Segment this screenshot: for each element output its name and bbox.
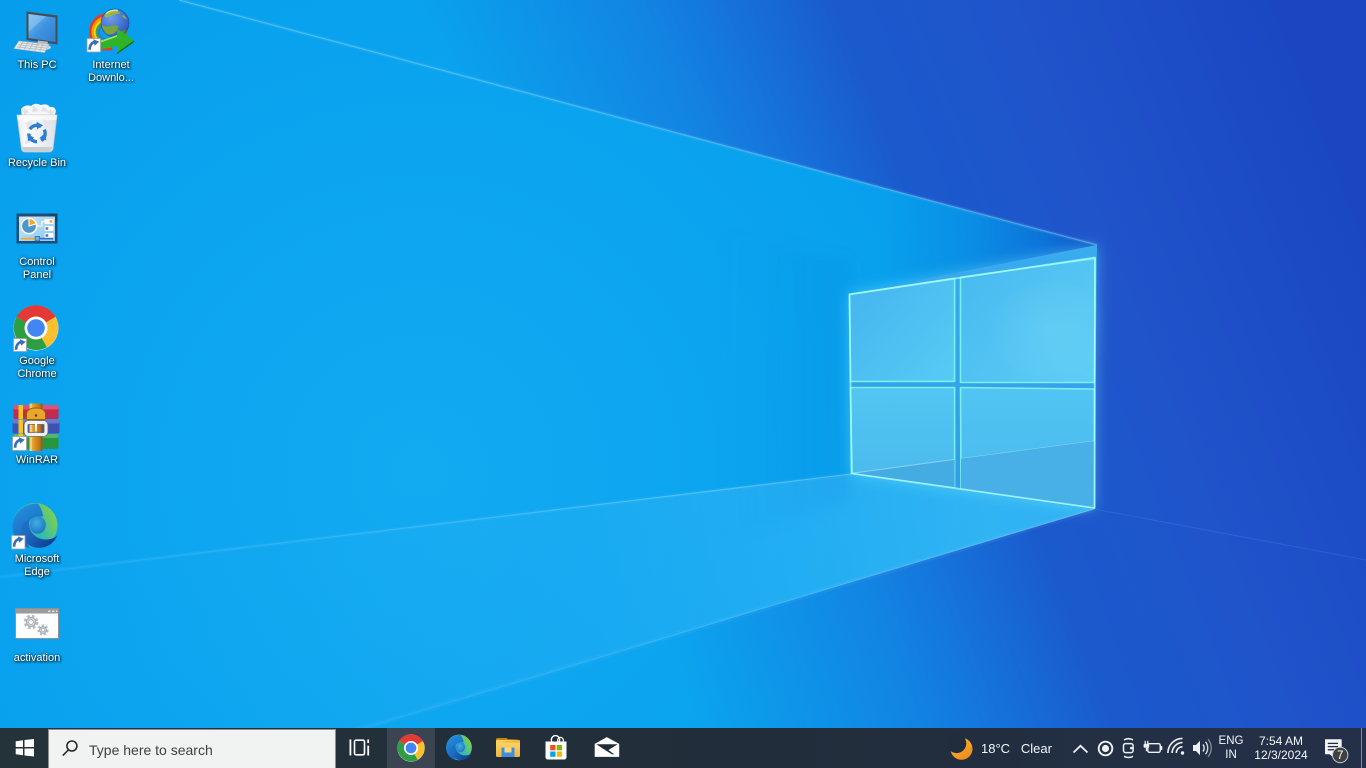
svg-text:7: 7: [1337, 750, 1343, 762]
